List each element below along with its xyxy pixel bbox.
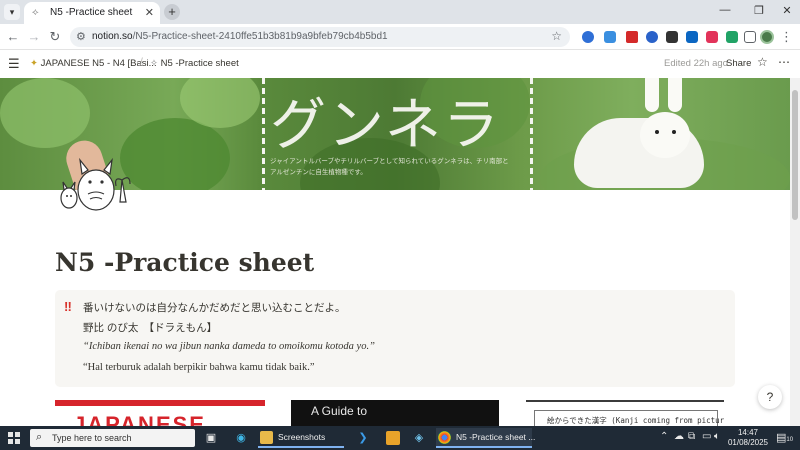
gallery-card-kanji[interactable]: 絵からできた漢字 (Kanji coming from pictures) (526, 400, 724, 426)
edge-browser-icon[interactable]: ◉ (234, 431, 248, 445)
card-title: 絵からできた漢字 (Kanji coming from pictures) (547, 416, 724, 425)
card-frame: 絵からできた漢字 (Kanji coming from pictures) (534, 410, 724, 426)
breadcrumb-separator: / (140, 57, 143, 68)
notifications-icon[interactable]: ▤10 (776, 431, 793, 444)
clock-date: 01/08/2025 (727, 438, 769, 447)
minimize-window-icon[interactable]: — (710, 4, 740, 16)
tab-close-icon[interactable]: ✕ (145, 6, 154, 19)
scrollbar-thumb[interactable] (792, 90, 798, 220)
notion-topbar: ☰ ✦ JAPANESE N5 - N4 [Basi... / ✧ N5 -Pr… (0, 50, 800, 78)
browser-tab-strip: ▾ ⟡ N5 -Practice sheet ✕ + — ❐ ✕ (0, 0, 800, 24)
cover-divider (262, 78, 265, 190)
system-clock[interactable]: 14:47 01/08/2025 (726, 428, 770, 448)
extension-icon-6[interactable] (686, 31, 698, 43)
cover-divider (530, 78, 533, 190)
breadcrumb-current[interactable]: ✧ N5 -Practice sheet (150, 58, 239, 69)
network-icon[interactable]: ⧉ (688, 431, 695, 442)
bunny-head-shape (640, 112, 690, 158)
bunny-ear-shape (668, 78, 682, 112)
sublime-icon[interactable] (386, 431, 400, 445)
gallery-card-guide[interactable]: A Guide to (291, 400, 499, 426)
page-mini-icon: ✧ (150, 58, 158, 69)
gallery-card-japanese[interactable]: JAPANESE (55, 400, 265, 426)
windows-taskbar: ⌕ Type here to search ▣ ◉ Screenshots ❯ … (0, 426, 800, 450)
vscode-icon[interactable]: ❯ (356, 431, 370, 445)
browser-menu-icon[interactable]: ⋮ (780, 29, 793, 45)
battery-icon[interactable]: ▭ (702, 431, 711, 442)
sparkle-icon: ✦ (30, 58, 38, 69)
bookmark-star-icon[interactable]: ☆ (551, 29, 562, 43)
show-hidden-icons-icon[interactable]: ⌃ (660, 431, 668, 442)
page-scrollbar[interactable] (790, 78, 800, 426)
extension-icon-1[interactable] (582, 31, 594, 43)
task-view-icon[interactable]: ▣ (204, 431, 218, 445)
bunny-eye (672, 130, 676, 134)
address-url[interactable]: notion.so/N5-Practice-sheet-2410ffe51b3b… (92, 31, 388, 42)
share-button[interactable]: Share (726, 58, 751, 69)
extension-icon-4[interactable] (646, 31, 658, 43)
extension-icon-8[interactable] (726, 31, 738, 43)
page-favicon-icon: ⟡ (32, 7, 39, 18)
callout-line-romaji: “Ichiban ikenai no wa jibun nanka dameda… (83, 341, 375, 352)
leaf-shape (0, 78, 90, 148)
extension-icon-7[interactable] (706, 31, 718, 43)
card-title: A Guide to (311, 404, 368, 418)
breadcrumb-parent[interactable]: ✦ JAPANESE N5 - N4 [Basi... (30, 58, 157, 69)
callout-line-indonesian: “Hal terburuk adalah berpikir bahwa kamu… (83, 362, 315, 373)
profile-avatar[interactable] (760, 30, 774, 44)
page-title[interactable]: N5 -Practice sheet (55, 248, 314, 277)
taskbar-app-chrome[interactable]: N5 -Practice sheet ... (436, 428, 535, 448)
bunny-ear-shape (645, 78, 659, 112)
cover-title: グンネラ (270, 93, 501, 158)
extension-icon-2[interactable] (604, 31, 616, 43)
address-bar[interactable]: ⚙ notion.so/N5-Practice-sheet-2410ffe51b… (70, 27, 570, 47)
clock-time: 14:47 (737, 428, 759, 437)
maximize-window-icon[interactable]: ❐ (744, 4, 774, 17)
callout-line-japanese: 番いけないのは自分なんかだめだと思い込むことだよ。 (83, 302, 346, 314)
taskbar-app-screenshots[interactable]: Screenshots (258, 428, 344, 448)
quote-callout[interactable]: ‼ 番いけないのは自分なんかだめだと思い込むことだよ。 野比 のび太 【ドラえも… (55, 290, 735, 387)
new-tab-button[interactable]: + (164, 4, 180, 20)
callout-line-source: 野比 のび太 【ドラえもん】 (83, 322, 218, 334)
back-arrow-icon[interactable]: ← (5, 29, 21, 44)
app-icon[interactable]: ◈ (412, 431, 426, 445)
site-info-icon[interactable]: ⚙ (76, 30, 86, 43)
tab-title: N5 -Practice sheet (50, 7, 133, 18)
close-window-icon[interactable]: ✕ (772, 4, 800, 17)
cloud-icon[interactable]: ☁ (674, 431, 684, 442)
folder-icon (260, 431, 273, 444)
extension-icon-3[interactable] (626, 31, 638, 43)
forward-arrow-icon[interactable]: → (26, 29, 42, 44)
taskbar-search-input[interactable]: ⌕ Type here to search (30, 429, 195, 447)
more-options-icon[interactable]: ⋯ (778, 55, 790, 69)
page-icon-totoro[interactable] (56, 152, 136, 212)
favorite-star-icon[interactable]: ☆ (757, 55, 768, 69)
double-exclamation-icon[interactable]: ‼ (64, 299, 72, 314)
reload-icon[interactable]: ↻ (47, 29, 63, 45)
sidebar-toggle-icon[interactable]: ☰ (8, 56, 20, 72)
notion-web-clipper-icon[interactable] (666, 31, 678, 43)
leaf-shape (120, 118, 230, 190)
search-icon: ⌕ (36, 431, 43, 443)
browser-toolbar: ← → ↻ ⚙ notion.so/N5-Practice-sheet-2410… (0, 24, 800, 50)
browser-tab-active[interactable]: ⟡ N5 -Practice sheet ✕ (24, 2, 160, 24)
chrome-icon (438, 431, 451, 444)
volume-icon[interactable]: 🔈︎ (714, 431, 720, 442)
extensions-puzzle-icon[interactable] (744, 31, 756, 43)
help-button[interactable]: ? (758, 385, 782, 409)
edited-timestamp: Edited 22h ago (664, 58, 728, 69)
tab-search-icon[interactable]: ▾ (4, 4, 20, 20)
bunny-eye (655, 130, 659, 134)
search-placeholder: Type here to search (52, 433, 132, 443)
card-title: JAPANESE (73, 412, 206, 426)
cover-caption: ジャイアントルバーブやチリルバーブとして知られているグンネラは、チリ南部とアルゼ… (270, 158, 509, 176)
windows-start-icon[interactable] (8, 432, 20, 444)
